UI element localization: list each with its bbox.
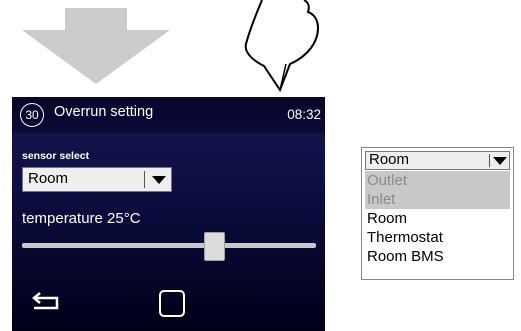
dropdown-option[interactable]: Room BMS [365,247,510,266]
chevron-down-icon[interactable] [491,152,509,169]
sensor-select-value: Room [28,170,69,187]
chevron-down-icon[interactable] [147,169,170,190]
clock: 08:32 [287,107,321,122]
temperature-slider-track[interactable] [22,243,316,248]
down-arrow-icon [22,8,170,84]
temperature-slider-thumb[interactable] [203,232,225,261]
dropdown-value: Room [369,151,410,168]
sensor-select[interactable]: Room [22,167,172,192]
home-square-icon[interactable] [159,290,185,317]
dropdown-option[interactable]: Room [365,209,510,228]
pointing-hand-icon [244,0,320,92]
dropdown-divider [489,154,490,167]
dropdown-option: Outlet [365,171,510,190]
dropdown-option[interactable]: Thermostat [365,228,510,247]
select-divider [144,171,145,188]
temperature-label: temperature 25°C [22,210,141,227]
device-screen: 30 Overrun setting 08:32 sensor select R… [12,97,325,331]
step-badge: 30 [20,103,44,127]
sensor-select-label: sensor select [22,150,90,162]
sensor-dropdown-expanded: Room Outlet Inlet Room Thermostat Room BMS [361,147,514,280]
back-arrow-icon[interactable] [30,288,64,314]
screen-header: 30 Overrun setting 08:32 [12,97,325,133]
dropdown-option: Inlet [365,190,510,209]
dropdown-options: Outlet Inlet Room Thermostat Room BMS [365,171,510,266]
dropdown-header[interactable]: Room [365,151,510,170]
page-title: Overrun setting [54,104,154,120]
